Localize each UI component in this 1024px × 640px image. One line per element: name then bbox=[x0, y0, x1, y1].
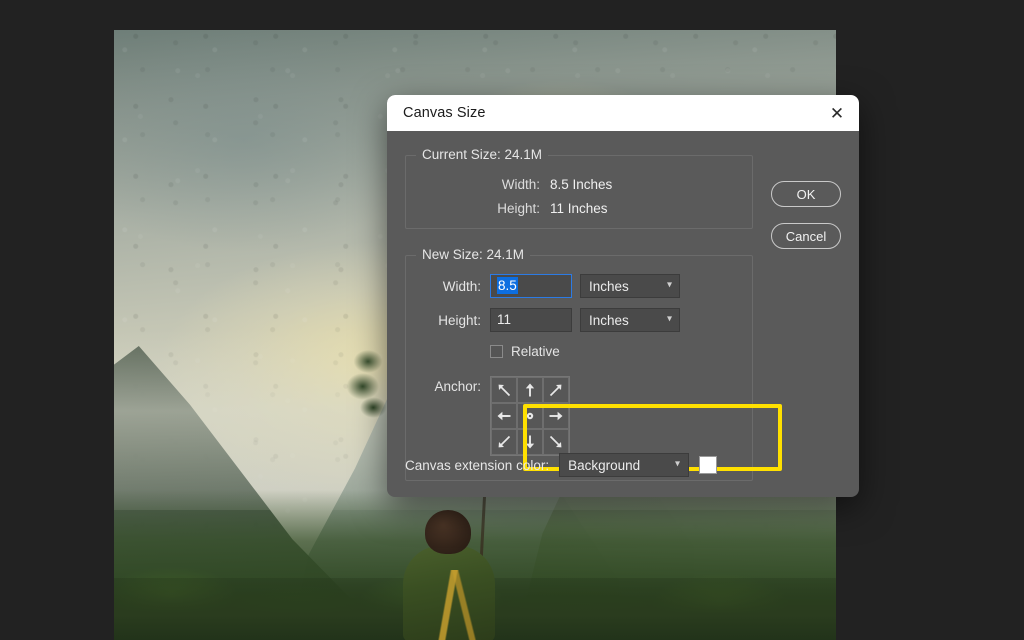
new-height-row: Height: 11 Inches ▾ bbox=[418, 306, 740, 334]
new-height-label: Height: bbox=[438, 312, 481, 328]
artwork-tree bbox=[346, 348, 390, 444]
chevron-down-icon: ▾ bbox=[666, 279, 672, 291]
new-height-unit-select[interactable]: Inches ▾ bbox=[580, 308, 680, 332]
relative-label: Relative bbox=[511, 343, 560, 359]
ok-button[interactable]: OK bbox=[771, 181, 841, 207]
anchor-cell-top-center[interactable] bbox=[517, 377, 543, 403]
artwork-figure-trim bbox=[413, 570, 485, 640]
close-icon[interactable]: ✕ bbox=[815, 95, 859, 131]
anchor-cell-center[interactable] bbox=[517, 403, 543, 429]
artwork-figure-hair bbox=[425, 510, 471, 554]
current-size-group: Current Size: 24.1M Width: 8.5 Inches He… bbox=[405, 147, 753, 229]
dialog-titlebar[interactable]: Canvas Size ✕ bbox=[387, 95, 859, 131]
anchor-cell-bottom-left[interactable] bbox=[491, 429, 517, 455]
cancel-button[interactable]: Cancel bbox=[771, 223, 841, 249]
anchor-label: Anchor: bbox=[434, 379, 481, 394]
new-height-value: 11 bbox=[497, 312, 512, 327]
canvas-extension-swatch[interactable] bbox=[699, 456, 718, 474]
new-size-legend: New Size: 24.1M bbox=[416, 247, 531, 262]
artwork-figure bbox=[399, 470, 495, 640]
relative-row[interactable]: Relative bbox=[490, 340, 740, 362]
current-size-legend: Current Size: 24.1M bbox=[416, 147, 549, 162]
canvas-size-dialog: Canvas Size ✕ Current Size: 24.1M Width:… bbox=[387, 95, 859, 497]
new-width-unit-select[interactable]: Inches ▾ bbox=[580, 274, 680, 298]
new-height-input[interactable]: 11 bbox=[490, 308, 572, 332]
canvas-extension-row: Canvas extension color: Background ▾ bbox=[405, 453, 718, 477]
anchor-cell-middle-right[interactable] bbox=[543, 403, 569, 429]
anchor-cell-bottom-center[interactable] bbox=[517, 429, 543, 455]
anchor-cell-top-left[interactable] bbox=[491, 377, 517, 403]
new-width-label: Width: bbox=[442, 278, 481, 294]
new-width-value: 8.5 bbox=[497, 277, 518, 294]
new-width-row: Width: 8.5 Inches ▾ bbox=[418, 272, 740, 300]
new-width-input[interactable]: 8.5 bbox=[490, 274, 572, 298]
chevron-down-icon: ▾ bbox=[666, 313, 672, 325]
canvas-extension-label: Canvas extension color: bbox=[405, 457, 550, 473]
dialog-title: Canvas Size bbox=[403, 105, 486, 121]
canvas-extension-value: Background bbox=[568, 457, 641, 473]
canvas-extension-select[interactable]: Background ▾ bbox=[559, 453, 690, 477]
anchor-row: Anchor: bbox=[418, 376, 740, 456]
current-width-label: Width: bbox=[501, 176, 540, 192]
anchor-grid[interactable] bbox=[490, 376, 570, 456]
new-size-group: New Size: 24.1M Width: 8.5 Inches ▾ Heig… bbox=[405, 247, 782, 481]
anchor-cell-bottom-right[interactable] bbox=[543, 429, 569, 455]
app-root: Canvas Size ✕ Current Size: 24.1M Width:… bbox=[0, 0, 1024, 640]
dialog-body: Current Size: 24.1M Width: 8.5 Inches He… bbox=[387, 131, 859, 497]
new-width-unit-value: Inches bbox=[589, 278, 629, 294]
anchor-cell-middle-left[interactable] bbox=[491, 403, 517, 429]
new-height-unit-value: Inches bbox=[589, 312, 629, 328]
chevron-down-icon: ▾ bbox=[675, 458, 681, 470]
relative-checkbox[interactable] bbox=[490, 344, 503, 358]
current-height-row: Height: 11 Inches bbox=[418, 196, 740, 220]
anchor-cell-top-right[interactable] bbox=[543, 377, 569, 403]
current-width-row: Width: 8.5 Inches bbox=[418, 172, 740, 196]
current-height-label: Height: bbox=[497, 200, 540, 216]
current-width-value: 8.5 Inches bbox=[550, 176, 613, 192]
current-height-value: 11 Inches bbox=[550, 200, 608, 216]
